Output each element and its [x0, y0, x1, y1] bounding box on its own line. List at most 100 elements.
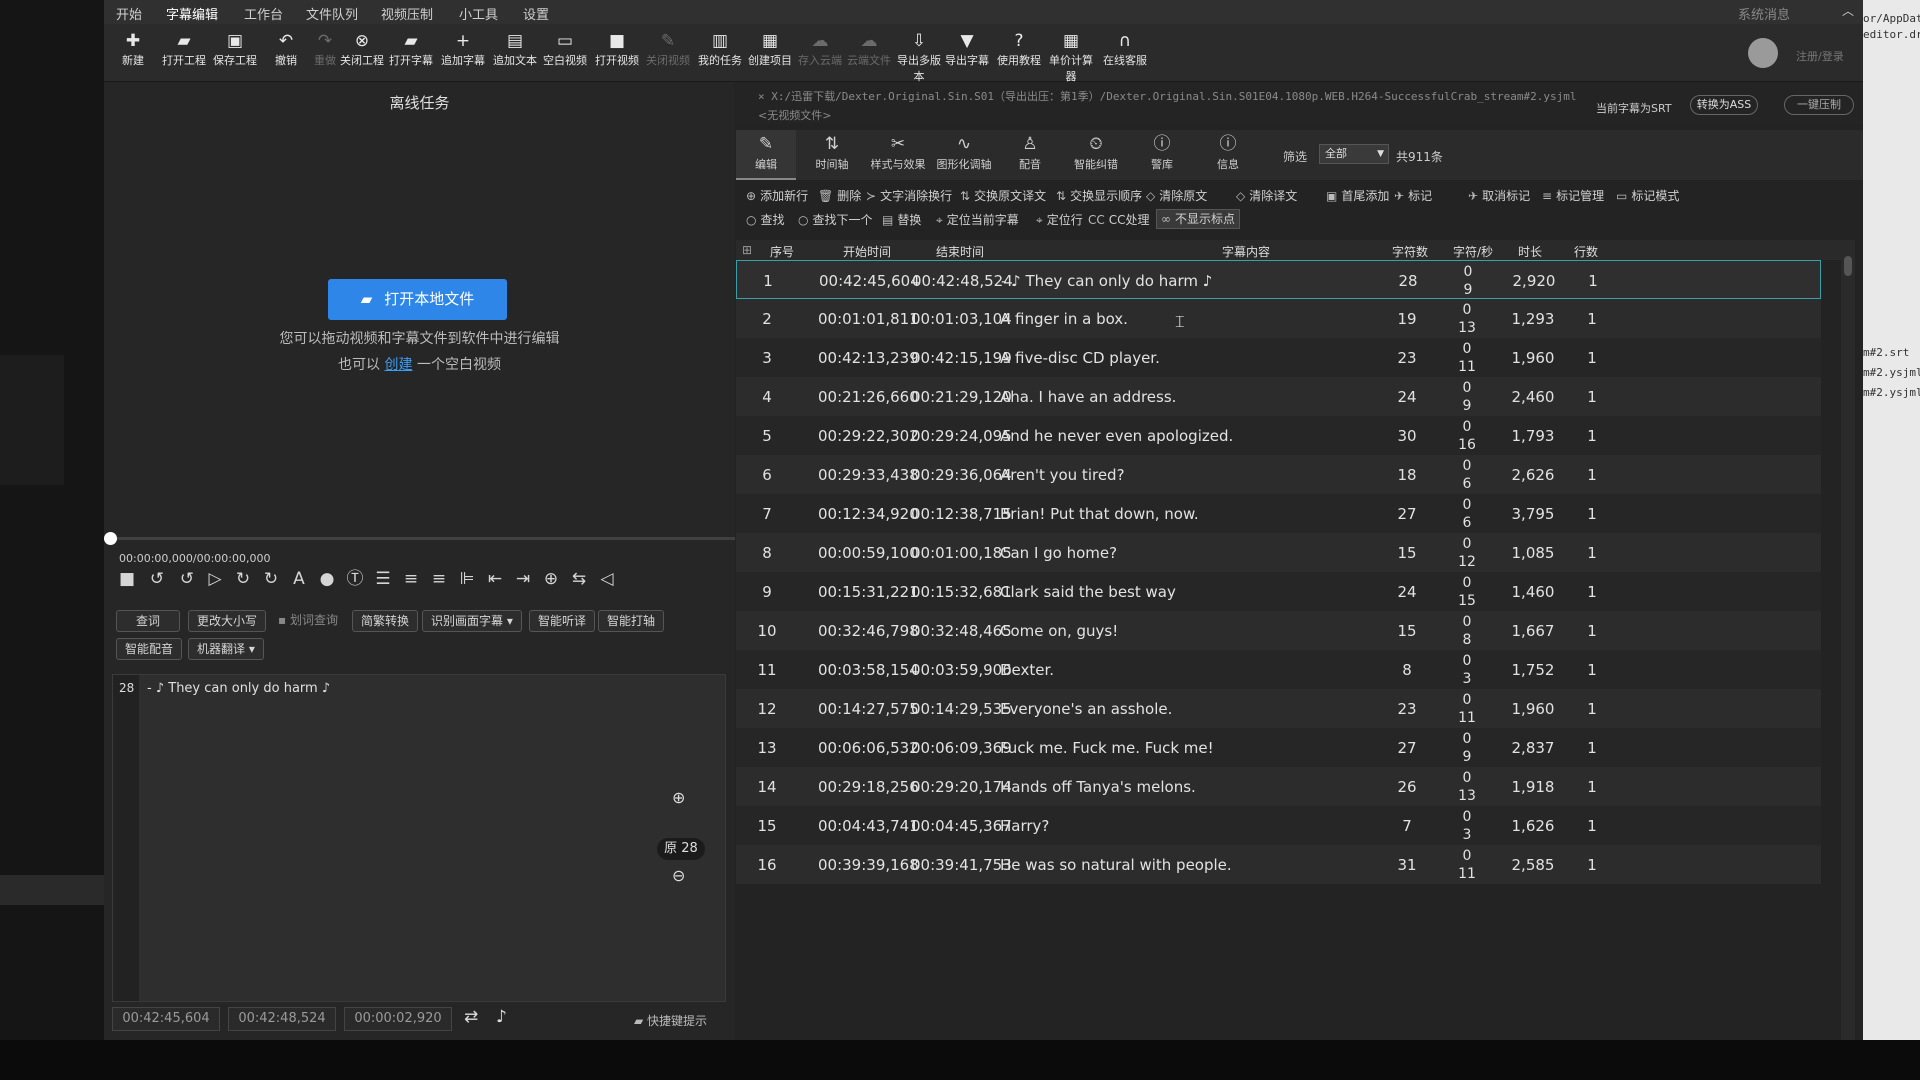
table-row[interactable]: 15 00:04:43,741 00:04:45,367 Harry? 7 1,626 1 0…: [736, 806, 1821, 845]
toolbar-button-headset[interactable]: ∩ 在线客服: [1098, 30, 1152, 68]
system-message-link[interactable]: 系统消息: [1738, 4, 1790, 23]
step-forward-icon[interactable]: ↻: [230, 566, 256, 592]
column-header[interactable]: 字符数: [1392, 243, 1428, 260]
action-2[interactable]: ≻ 文字消除换行: [866, 187, 952, 204]
table-settings-icon[interactable]: ⊞: [742, 243, 752, 257]
smart-timing-button[interactable]: 智能打轴: [598, 610, 665, 632]
tab-dubbing[interactable]: ♙ 配音: [1000, 130, 1060, 180]
start-time-field[interactable]: 00:42:45,604: [112, 1007, 220, 1031]
align-center-icon[interactable]: ≡: [398, 566, 424, 592]
volume-icon[interactable]: ◁: [594, 566, 620, 592]
shortcut-hint-link[interactable]: ▰ 快捷键提示: [634, 1012, 707, 1029]
search-action-0[interactable]: ○ 查找: [746, 211, 785, 228]
toolbar-button-calculator[interactable]: ▦ 单价计算器: [1044, 30, 1098, 84]
action-8[interactable]: ✈ 标记: [1394, 187, 1432, 204]
table-row[interactable]: 3 00:42:13,239 00:42:15,199 A five-disc CD …: [736, 338, 1821, 377]
column-header[interactable]: 行数: [1574, 243, 1598, 260]
smart-listen-button[interactable]: 智能听译: [529, 610, 596, 632]
search-action-2[interactable]: ▤ 替换: [882, 211, 921, 228]
action-5[interactable]: ◇ 清除原文: [1146, 187, 1207, 204]
align-left-icon[interactable]: ⊫: [454, 566, 480, 592]
menu-workbench[interactable]: 工作台: [244, 4, 283, 23]
menu-start[interactable]: 开始: [116, 4, 142, 23]
one-click-compress-button[interactable]: 一键压制: [1784, 95, 1854, 115]
toolbar-button-close-video[interactable]: ✎ 关闭视频: [641, 30, 695, 68]
search-action-1[interactable]: ○ 查找下一个: [798, 211, 873, 228]
editor-text[interactable]: - ♪ They can only do harm ♪: [147, 681, 330, 696]
toolbar-button-new[interactable]: ✚ 新建: [106, 30, 160, 68]
table-row[interactable]: 2 00:01:01,811 00:01:03,104 A finger in a b…: [736, 299, 1821, 338]
filter-select[interactable]: 全部 ▼: [1319, 144, 1389, 164]
search-action-4[interactable]: ⌖ 定位行: [1036, 211, 1083, 228]
jump-end-icon[interactable]: ⇥: [510, 566, 536, 592]
toolbar-button-open-video[interactable]: ■ 打开视频: [590, 30, 644, 68]
tab-timeline[interactable]: ⇅ 时间轴: [802, 130, 862, 180]
table-scrollbar[interactable]: [1841, 240, 1855, 1040]
table-row[interactable]: 4 00:21:26,660 00:21:29,120 Aha. I have an …: [736, 377, 1821, 416]
play-icon[interactable]: ▷: [202, 566, 228, 592]
table-row[interactable]: 9 00:15:31,221 00:15:32,681 Clark said the …: [736, 572, 1821, 611]
column-header[interactable]: 时长: [1518, 243, 1542, 260]
toolbar-button-append-subtitle[interactable]: + 追加字幕: [436, 30, 490, 68]
table-row[interactable]: 6 00:29:33,438 00:29:36,064 Aren't you tire…: [736, 455, 1821, 494]
toolbar-button-export-multi[interactable]: ⇩ 导出多版本: [892, 30, 946, 84]
column-header[interactable]: 开始时间: [843, 243, 891, 260]
desktop-file-entry[interactable]: m#2.ysjml: [1863, 386, 1920, 399]
search-action-3[interactable]: ⌖ 定位当前字幕: [936, 211, 1019, 228]
table-row[interactable]: 8 00:00:59,100 00:01:00,185 Can I go home? 1…: [736, 533, 1821, 572]
text-icon[interactable]: Ⓣ: [342, 566, 368, 592]
target-icon[interactable]: ⊕: [538, 566, 564, 592]
table-row[interactable]: 7 00:12:34,920 00:12:38,715 Brian! Put that…: [736, 494, 1821, 533]
tab-graph-timing[interactable]: ∿ 图形化调轴: [934, 130, 994, 180]
recognize-screen-subtitle-button[interactable]: 识别画面字幕 ▾: [422, 610, 522, 632]
action-3[interactable]: ⇅ 交换原文译文: [960, 187, 1046, 204]
toolbar-button-blank-video[interactable]: ▭ 空白视频: [538, 30, 592, 68]
login-link[interactable]: 注册/登录: [1796, 48, 1844, 64]
action-11[interactable]: ▭ 标记模式: [1616, 187, 1679, 204]
trad-simp-convert-button[interactable]: 简繁转换: [352, 610, 419, 632]
table-row[interactable]: 1 00:42:45,604 00:42:48,524- ♪ They can on…: [736, 260, 1821, 299]
tab-edit[interactable]: ✎ 编辑: [736, 130, 796, 180]
column-header[interactable]: 字幕内容: [1222, 243, 1270, 260]
desktop-file-entry[interactable]: m#2.ysjml: [1863, 366, 1920, 379]
clock-icon[interactable]: ●: [314, 566, 340, 592]
tab-warning-lib[interactable]: ⓘ 警库: [1132, 130, 1192, 180]
action-4[interactable]: ⇅ 交换显示顺序: [1056, 187, 1142, 204]
table-row[interactable]: 12 00:14:27,575 00:14:29,535 Everyone's an …: [736, 689, 1821, 728]
table-row[interactable]: 10 00:32:46,798 00:32:48,465 Come on, guys!…: [736, 611, 1821, 650]
machine-translate-button[interactable]: 机器翻译 ▾: [188, 638, 264, 660]
desktop-file-entry[interactable]: m#2.srt: [1863, 346, 1909, 359]
column-header[interactable]: 结束时间: [936, 243, 984, 260]
action-1[interactable]: 🗑 删除: [818, 187, 861, 204]
table-row[interactable]: 11 00:03:58,154 00:03:59,906 Dexter. 8 1,752 1…: [736, 650, 1821, 689]
change-case-button[interactable]: 更改大小写: [188, 610, 267, 632]
action-7[interactable]: ▣ 首尾添加: [1326, 187, 1389, 204]
toolbar-button-cloud-files[interactable]: ☁ 云端文件: [842, 30, 896, 68]
word-select-lookup-checkbox[interactable]: ▪ 划词查询: [270, 610, 346, 632]
create-blank-video-link[interactable]: 创建: [385, 357, 413, 373]
smart-dub-button[interactable]: 智能配音: [116, 638, 183, 660]
toolbar-button-close-project[interactable]: ⊗ 关闭工程: [335, 30, 389, 68]
toolbar-button-save[interactable]: ▣ 保存工程: [208, 30, 262, 68]
align-bottom-icon[interactable]: ≡: [426, 566, 452, 592]
convert-to-ass-button[interactable]: 转换为ASS: [1690, 95, 1758, 115]
step-back-icon[interactable]: ↺: [174, 566, 200, 592]
zoom-out-icon[interactable]: ⊖: [672, 866, 685, 885]
column-header[interactable]: 字符/秒: [1453, 243, 1493, 260]
column-header[interactable]: 序号: [770, 243, 794, 260]
toolbar-button-open-subtitle[interactable]: ▰ 打开字幕: [384, 30, 438, 68]
menu-subtitle-edit[interactable]: 字幕编辑: [166, 4, 218, 23]
toolbar-button-tasks[interactable]: ▥ 我的任务: [693, 30, 747, 68]
stop-icon[interactable]: ■: [114, 566, 140, 592]
menu-video-compress[interactable]: 视频压制: [381, 4, 433, 23]
toolbar-button-create-project[interactable]: ▦ 创建项目: [743, 30, 797, 68]
end-time-field[interactable]: 00:42:48,524: [228, 1007, 336, 1031]
forward-icon[interactable]: ↻: [258, 566, 284, 592]
subtitle-text-editor[interactable]: 28 - ♪ They can only do harm ♪: [112, 674, 726, 1002]
tab-smart-fix[interactable]: ⏲ 智能纠错: [1066, 130, 1126, 180]
font-size-icon[interactable]: A: [286, 566, 312, 592]
action-6[interactable]: ◇ 清除译文: [1236, 187, 1297, 204]
scrollbar-thumb[interactable]: [1844, 256, 1852, 276]
video-progress-track[interactable]: [104, 537, 735, 540]
action-0[interactable]: ⊕ 添加新行: [746, 187, 808, 204]
